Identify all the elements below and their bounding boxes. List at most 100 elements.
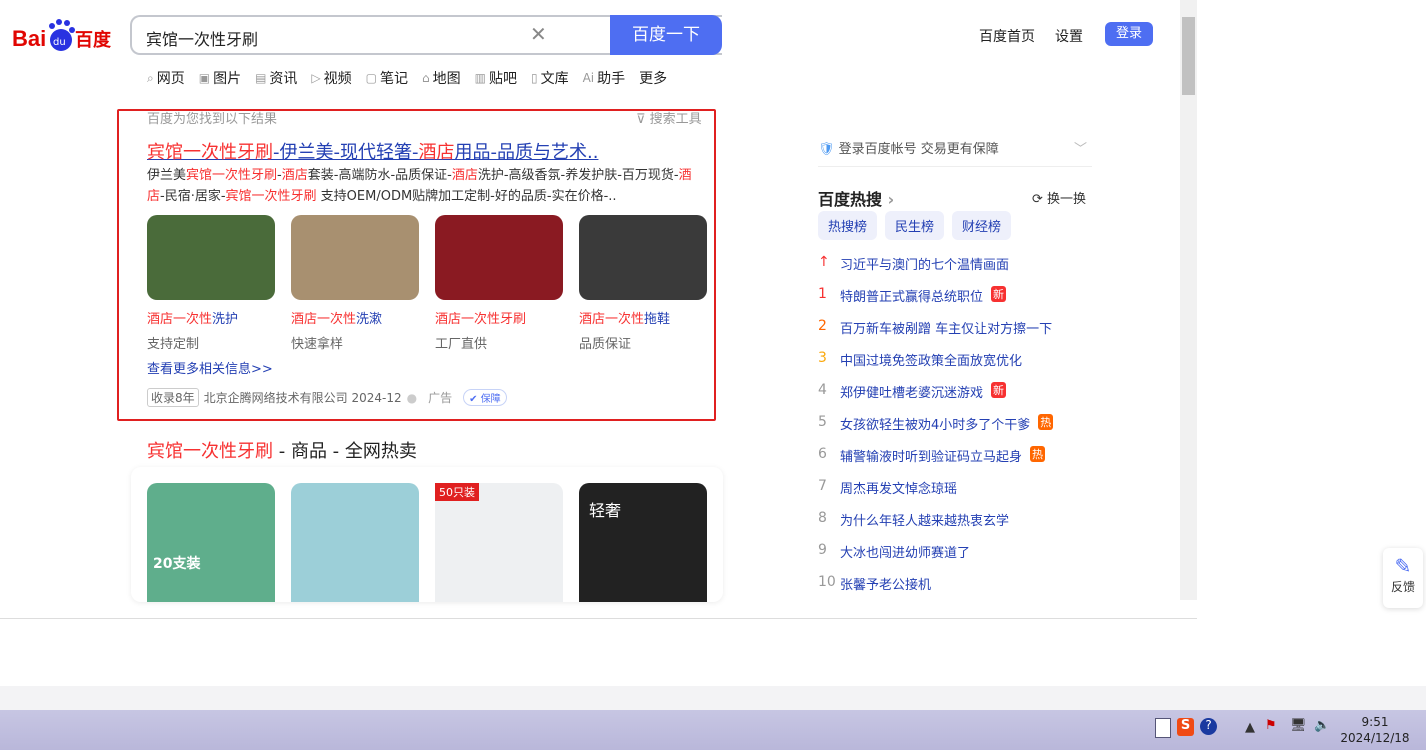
product-item[interactable]: 酒店一次性牙刷 工厂直供: [435, 215, 563, 352]
tab-8[interactable]: Ai 助手: [583, 68, 626, 88]
login-button[interactable]: 登录: [1105, 22, 1153, 46]
hot-item[interactable]: 7 周杰再发文悼念琼瑶: [818, 478, 1098, 510]
search-button[interactable]: 百度一下: [610, 15, 722, 55]
product-image[interactable]: [147, 215, 275, 300]
action-center-icon[interactable]: ⚑: [1265, 718, 1277, 733]
product-caption[interactable]: 酒店一次性洗漱: [291, 308, 419, 327]
login-tip[interactable]: 🛡 登录百度帐号 交易更有保障: [818, 138, 999, 157]
refresh-button[interactable]: ⟳ 换一换: [1032, 188, 1086, 207]
hot-title[interactable]: 百度热搜 ›: [818, 186, 894, 210]
hot-rank: 10: [818, 574, 836, 590]
chevron-right-icon: ›: [887, 190, 895, 209]
guarantee-badge[interactable]: ✔ 保障: [463, 389, 507, 406]
tab-icon: ▣: [198, 71, 211, 85]
hot-badge: 热: [1030, 446, 1046, 462]
tab-2[interactable]: ▤ 资讯: [255, 68, 297, 88]
hot-item[interactable]: 6 辅警输液时听到验证码立马起身热: [818, 446, 1098, 478]
indexed-tag: 收录8年: [147, 388, 199, 407]
product-image[interactable]: [435, 215, 563, 300]
sogou-icon[interactable]: S: [1177, 718, 1194, 736]
tab-label: 贴吧: [488, 71, 517, 87]
result-source: 收录8年 北京企腾网络技术有限公司 2024-12 ● 广告 ✔ 保障: [147, 388, 507, 407]
tab-5[interactable]: ⌂ 地图: [422, 68, 461, 88]
hot-rank: 1: [818, 286, 827, 302]
product-caption[interactable]: 酒店一次性拖鞋: [579, 308, 707, 327]
search-tabs: ⌕ 网页 ▣ 图片 ▤ 资讯 ▷ 视频 ▢ 笔记 ⌂ 地图 ▥ 贴吧 ▯ 文库 Ai 助手 更多: [147, 68, 667, 88]
tab-label: 地图: [432, 71, 461, 87]
hot-item[interactable]: 2 百万新车被剐蹭 车主仅让对方擦一下: [818, 318, 1098, 350]
volume-icon[interactable]: 🔈: [1314, 718, 1330, 733]
hot-item[interactable]: ↑ 习近平与澳门的七个温情画面: [818, 254, 1098, 286]
product-image[interactable]: [579, 215, 707, 300]
hot-item[interactable]: 10 张馨予老公接机: [818, 574, 1098, 606]
hot-text: 为什么年轻人越来越热衷玄学: [840, 514, 1010, 529]
tab-label: 更多: [639, 71, 668, 87]
result2-title[interactable]: 宾馆一次性牙刷 - 商品 - 全网热卖: [147, 437, 417, 463]
hot-item[interactable]: 3 中国过境免签政策全面放宽优化: [818, 350, 1098, 382]
product-item[interactable]: 酒店一次性洗漱 快速拿样: [291, 215, 419, 352]
result-title[interactable]: 宾馆一次性牙刷-伊兰美-现代轻箸-酒店用品-品质与艺术..: [147, 138, 598, 164]
hot-badge: 热: [1038, 414, 1054, 430]
hot-item[interactable]: 4 郑伊健吐槽老婆沉迷游戏新: [818, 382, 1098, 414]
clock-time: 9:51: [1361, 715, 1389, 729]
clear-icon[interactable]: ✕: [530, 22, 547, 46]
product-card: 20支装 50只装 轻奢: [131, 467, 723, 602]
hot-item[interactable]: 8 为什么年轻人越来越热衷玄学: [818, 510, 1098, 542]
network-icon[interactable]: 🖥: [1290, 718, 1307, 733]
more-info-link[interactable]: 查看更多相关信息>>: [147, 358, 273, 377]
caption-keyword: 酒店一次性牙刷: [435, 312, 527, 327]
clock[interactable]: 9:51 2024/12/18: [1340, 714, 1410, 746]
tab-9[interactable]: 更多: [639, 68, 667, 88]
product-image[interactable]: [291, 215, 419, 300]
product-image[interactable]: 50只装: [435, 483, 563, 602]
tab-0[interactable]: ⌕ 网页: [147, 68, 185, 88]
hot-tab-2[interactable]: 财经榜: [952, 211, 1012, 240]
hot-item[interactable]: 1 特朗普正式赢得总统职位新: [818, 286, 1098, 318]
tab-6[interactable]: ▥ 贴吧: [475, 68, 517, 88]
desc-segment: 洗护-高级香氛-养发护肤-百万现货-: [477, 168, 679, 183]
hot-title-label: 百度热搜: [818, 190, 883, 209]
search-query[interactable]: 宾馆一次性牙刷: [146, 26, 258, 50]
chevron-down-icon[interactable]: ﹀: [1074, 138, 1087, 157]
hot-item[interactable]: 9 大冰也闯进幼师赛道了: [818, 542, 1098, 574]
product-image[interactable]: [291, 483, 419, 602]
tab-4[interactable]: ▢ 笔记: [366, 68, 408, 88]
product-image[interactable]: 轻奢: [579, 483, 707, 602]
tab-label: 图片: [213, 71, 242, 87]
baidu-logo[interactable]: Bai du 百度: [12, 18, 117, 54]
ad-label: 广告: [428, 391, 453, 405]
tray-app-icon[interactable]: [1155, 718, 1171, 738]
product-subtitle: 品质保证: [579, 337, 632, 352]
help-icon[interactable]: ?: [1200, 718, 1217, 735]
tab-7[interactable]: ▯ 文库: [531, 68, 569, 88]
tab-3[interactable]: ▷ 视频: [311, 68, 351, 88]
login-tip-text: 登录百度帐号 交易更有保障: [838, 142, 999, 157]
product-item[interactable]: 酒店一次性拖鞋品质保证: [579, 215, 707, 352]
desc-segment: 宾馆一次性牙刷: [225, 189, 317, 204]
result2-title-keyword: 宾馆一次性牙刷: [147, 441, 273, 462]
feedback-button[interactable]: ✎ 反馈: [1383, 548, 1423, 608]
dropdown-icon[interactable]: ●: [407, 391, 417, 405]
product-label: 20支装: [153, 556, 201, 572]
hot-item[interactable]: 5 女孩欲轻生被劝4小时多了个干爹热: [818, 414, 1098, 446]
hot-rank: ↑: [818, 254, 830, 270]
result-desc: 伊兰美宾馆一次性牙刷-酒店套装-高端防水-品质保证-酒店洗护-高级香氛-养发护肤…: [147, 165, 707, 207]
tab-icon: ▥: [474, 71, 486, 85]
product-caption[interactable]: 酒店一次性牙刷: [435, 308, 563, 327]
product-item[interactable]: 酒店一次性洗护 支持定制: [147, 215, 275, 352]
hot-text: 郑伊健吐槽老婆沉迷游戏: [840, 386, 984, 401]
show-hidden-icon[interactable]: ▲: [1245, 720, 1255, 735]
product-caption[interactable]: 酒店一次性洗护: [147, 308, 275, 327]
tab-icon: ⌕: [147, 70, 154, 85]
home-link[interactable]: 百度首页: [979, 26, 1035, 46]
hot-tab-1[interactable]: 民生榜: [885, 211, 945, 240]
tab-1[interactable]: ▣ 图片: [199, 68, 241, 88]
scrollbar-thumb[interactable]: [1182, 17, 1195, 95]
hot-rank: 4: [818, 382, 827, 398]
hot-tab-0[interactable]: 热搜榜: [818, 211, 878, 240]
settings-link[interactable]: 设置: [1055, 26, 1083, 46]
feedback-label: 反馈: [1390, 580, 1415, 594]
hot-text: 大冰也闯进幼师赛道了: [840, 546, 971, 561]
product-image[interactable]: 20支装: [147, 483, 275, 602]
tab-label: 资讯: [269, 71, 298, 87]
